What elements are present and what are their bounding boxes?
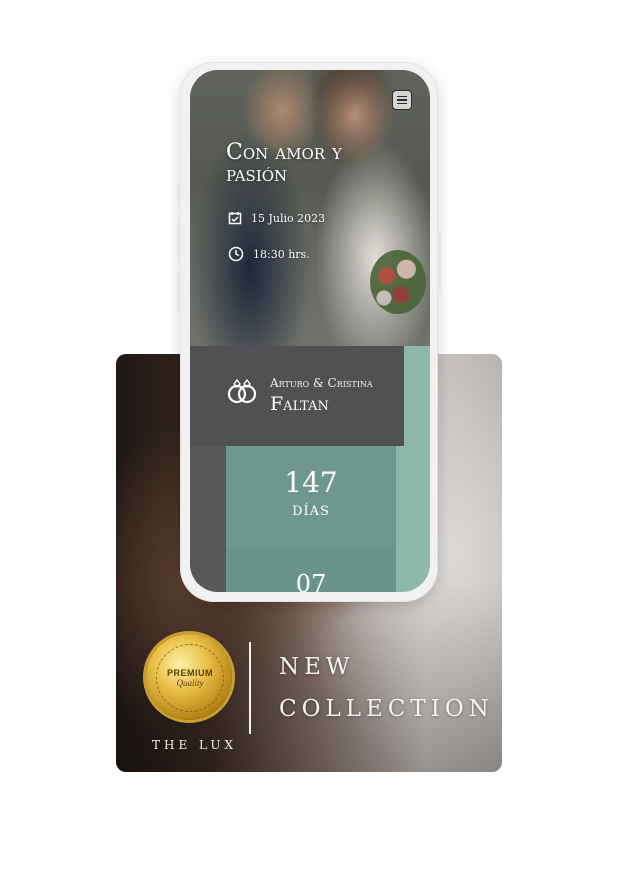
vertical-divider xyxy=(249,642,251,734)
event-time: 18:30 hrs. xyxy=(253,247,310,261)
phone-mockup: Con amor y pasión 15 Julio 2023 18:30 hr… xyxy=(177,62,441,602)
clock-icon xyxy=(228,246,244,262)
collection-line-1: NEW xyxy=(279,654,355,680)
hero-overlay xyxy=(190,70,430,346)
seal-premium-text: PREMIUM xyxy=(167,668,213,678)
premium-quality-seal: PREMIUM Quality xyxy=(146,634,232,720)
calendar-check-icon xyxy=(228,212,242,225)
countdown-heading: Faltan xyxy=(270,393,329,415)
event-date-row: 15 Julio 2023 xyxy=(228,211,325,225)
invitation-title: Con amor y pasión xyxy=(226,140,342,187)
menu-icon[interactable] xyxy=(392,90,412,110)
wedding-rings-icon xyxy=(227,378,257,404)
event-date: 15 Julio 2023 xyxy=(251,211,326,225)
brand-name: THE LUX xyxy=(152,738,238,752)
phone-side-button xyxy=(177,182,181,204)
couple-names: Arturo & Cristina xyxy=(270,376,373,390)
phone-volume-down-button xyxy=(177,272,181,312)
seal-inner-ring: PREMIUM Quality xyxy=(156,644,224,712)
seal-quality-text: Quality xyxy=(176,678,204,688)
collection-line-2: COLLECTION xyxy=(279,696,494,722)
hero-photo: Con amor y pasión 15 Julio 2023 18:30 hr… xyxy=(190,70,430,346)
hours-value: 07 xyxy=(295,570,327,592)
phone-power-button xyxy=(437,232,441,292)
phone-volume-up-button xyxy=(177,220,181,260)
event-time-row: 18:30 hrs. xyxy=(228,246,310,262)
days-label: DÍAS xyxy=(292,504,330,519)
days-value: 147 xyxy=(284,466,338,499)
phone-screen: Con amor y pasión 15 Julio 2023 18:30 hr… xyxy=(190,70,430,592)
